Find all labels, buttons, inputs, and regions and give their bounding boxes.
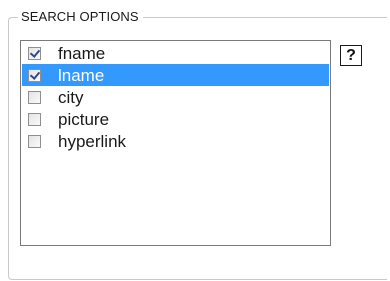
help-button[interactable]: ? <box>340 45 362 66</box>
lname-label: lname <box>58 66 105 85</box>
picture-label: picture <box>58 110 110 129</box>
city-checkbox[interactable] <box>28 91 41 104</box>
picture-checkbox[interactable] <box>28 113 41 126</box>
city-label: city <box>58 88 84 107</box>
search-options-listbox[interactable]: fname lname city picture hyperlink <box>20 40 331 246</box>
search-options-legend: SEARCH OPTIONS <box>18 9 143 25</box>
list-item-picture[interactable]: picture <box>22 108 329 130</box>
list-item-hyperlink[interactable]: hyperlink <box>22 130 329 152</box>
hyperlink-checkbox[interactable] <box>28 135 41 148</box>
fname-label: fname <box>58 44 106 63</box>
list-item-fname[interactable]: fname <box>22 42 329 64</box>
list-item-city[interactable]: city <box>22 86 329 108</box>
hyperlink-label: hyperlink <box>58 132 127 151</box>
list-item-lname[interactable]: lname <box>22 64 329 86</box>
lname-checkbox[interactable] <box>28 69 41 82</box>
fname-checkbox[interactable] <box>28 47 41 60</box>
